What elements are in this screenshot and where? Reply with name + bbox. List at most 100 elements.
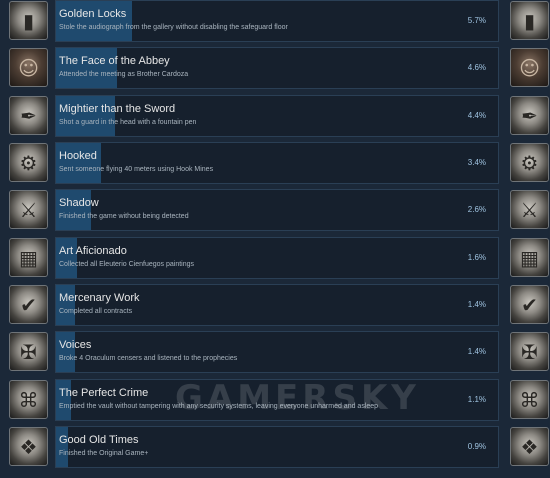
achievement-panel: Hooked Sent someone flying 40 meters usin…	[55, 142, 499, 184]
achievement-title: Shadow	[59, 197, 99, 209]
emblem-icon: ❖	[510, 427, 549, 466]
icon-glyph: ⚔	[520, 197, 539, 222]
achievement-title: Golden Locks	[59, 8, 127, 20]
icon-glyph: ☺	[18, 55, 39, 80]
fountain-pen-icon: ✒	[9, 96, 48, 135]
unlock-percent: 1.4%	[467, 300, 486, 309]
unlock-percent: 1.6%	[467, 253, 486, 262]
achievement-title: The Perfect Crime	[59, 387, 149, 399]
achievement-title: Art Aficionado	[59, 245, 127, 257]
achievement-title: Mightier than the Sword	[59, 103, 176, 115]
achievement-panel: The Face of the Abbey Attended the meetin…	[55, 47, 499, 89]
achievement-row[interactable]: ✒ Mightier than the Sword Shot a guard in …	[0, 95, 550, 139]
emblem-icon: ❖	[9, 427, 48, 466]
achievement-panel: Shadow Finished the game without being de…	[55, 189, 499, 231]
icon-glyph: ❖	[520, 434, 539, 459]
unlock-rate-bar	[56, 48, 117, 88]
achievement-row[interactable]: ⌘ The Perfect Crime Emptied the vault with…	[0, 379, 550, 423]
hook-mine-icon: ⚙	[9, 143, 48, 182]
unlock-rate-bar	[56, 332, 75, 372]
achievement-row[interactable]: ✔ Mercenary Work Completed all contracts 1.…	[0, 284, 550, 328]
icon-glyph: ▦	[520, 245, 539, 270]
achievement-description: Finished the Original Game+	[59, 450, 149, 457]
achievement-description: Completed all contracts	[59, 308, 133, 315]
achievement-description: Shot a guard in the head with a fountain…	[59, 119, 197, 126]
hook-mine-icon: ⚙	[510, 143, 549, 182]
unlock-percent: 4.6%	[467, 63, 486, 72]
icon-glyph: ⌘	[18, 387, 39, 412]
contract-check-icon: ✔	[9, 285, 48, 324]
icon-glyph: ✠	[521, 339, 538, 364]
unlock-percent: 5.7%	[467, 16, 486, 25]
vault-icon: ⌘	[510, 380, 549, 419]
unlock-rate-bar	[56, 238, 77, 278]
fountain-pen-icon: ✒	[510, 96, 549, 135]
achievement-row[interactable]: ✠ Voices Broke 4 Oraculum censers and list…	[0, 331, 550, 375]
achievement-row[interactable]: ▦ Art Aficionado Collected all Eleuterio C…	[0, 237, 550, 281]
icon-glyph: ▦	[19, 245, 38, 270]
achievement-description: Attended the meeting as Brother Cardoza	[59, 71, 189, 78]
icon-glyph: ✔	[20, 292, 37, 317]
censer-icon: ✠	[9, 332, 48, 371]
achievement-description: Collected all Eleuterio Cienfuegos paint…	[59, 261, 195, 268]
icon-glyph: ☺	[519, 55, 540, 80]
paintings-icon: ▦	[9, 238, 48, 277]
unlock-rate-bar	[56, 427, 68, 467]
unlock-rate-bar	[56, 380, 71, 420]
icon-glyph: ✒	[521, 103, 538, 128]
achievement-row[interactable]: ❖ Good Old Times Finished the Original Gam…	[0, 426, 550, 470]
achievement-title: Hooked	[59, 150, 97, 162]
achievement-description: Emptied the vault without tampering with…	[59, 403, 379, 410]
unlock-rate-bar	[56, 190, 91, 230]
unlock-percent: 1.4%	[467, 347, 486, 356]
achievement-title: The Face of the Abbey	[59, 55, 170, 67]
achievement-panel: Mercenary Work Completed all contracts 1.4…	[55, 284, 499, 326]
achievement-title: Mercenary Work	[59, 292, 140, 304]
achievement-panel: Mightier than the Sword Shot a guard in t…	[55, 95, 499, 137]
censer-icon: ✠	[510, 332, 549, 371]
achievement-panel: Art Aficionado Collected all Eleuterio Ci…	[55, 237, 499, 279]
achievement-row[interactable]: ⚔ Shadow Finished the game without being d…	[0, 189, 550, 233]
unlock-percent: 1.1%	[467, 395, 486, 404]
icon-glyph: ✔	[521, 292, 538, 317]
icon-glyph: ▮	[22, 8, 34, 33]
paintings-icon: ▦	[510, 238, 549, 277]
achievement-row[interactable]: ▮ Golden Locks Stole the audiograph from t…	[0, 0, 550, 44]
unlock-percent: 3.4%	[467, 158, 486, 167]
achievement-title: Good Old Times	[59, 434, 139, 446]
gold-bar-icon: ▮	[9, 1, 48, 40]
unlock-rate-bar	[56, 1, 132, 41]
icon-glyph: ⚙	[520, 150, 539, 175]
achievement-panel: The Perfect Crime Emptied the vault witho…	[55, 379, 499, 421]
icon-glyph: ⚙	[19, 150, 38, 175]
unlock-percent: 4.4%	[467, 111, 486, 120]
achievement-description: Broke 4 Oraculum censers and listened to…	[59, 355, 238, 362]
unlock-rate-bar	[56, 285, 75, 325]
gold-bar-icon: ▮	[510, 1, 549, 40]
contract-check-icon: ✔	[510, 285, 549, 324]
achievement-row[interactable]: ⚙ Hooked Sent someone flying 40 meters usi…	[0, 142, 550, 186]
monk-portrait-icon: ☺	[9, 48, 48, 87]
achievement-description: Stole the audiograph from the gallery wi…	[59, 24, 288, 31]
achievement-description: Finished the game without being detected	[59, 213, 189, 220]
unlock-rate-bar	[56, 143, 101, 183]
vault-icon: ⌘	[9, 380, 48, 419]
achievement-panel: Good Old Times Finished the Original Game…	[55, 426, 499, 468]
shadow-figure-icon: ⚔	[9, 190, 48, 229]
unlock-percent: 0.9%	[467, 442, 486, 451]
icon-glyph: ❖	[19, 434, 38, 459]
achievement-panel: Golden Locks Stole the audiograph from th…	[55, 0, 499, 42]
achievement-panel: Voices Broke 4 Oraculum censers and liste…	[55, 331, 499, 373]
icon-glyph: ✠	[20, 339, 37, 364]
icon-glyph: ⌘	[519, 387, 540, 412]
achievement-row[interactable]: ☺ The Face of the Abbey Attended the meeti…	[0, 47, 550, 91]
unlock-rate-bar	[56, 96, 115, 136]
achievement-description: Sent someone flying 40 meters using Hook…	[59, 166, 214, 173]
achievement-title: Voices	[59, 339, 92, 351]
achievement-list: ▮ Golden Locks Stole the audiograph from t…	[0, 0, 550, 478]
shadow-figure-icon: ⚔	[510, 190, 549, 229]
icon-glyph: ▮	[523, 8, 535, 33]
icon-glyph: ✒	[20, 103, 37, 128]
unlock-percent: 2.6%	[467, 205, 486, 214]
monk-portrait-icon: ☺	[510, 48, 549, 87]
